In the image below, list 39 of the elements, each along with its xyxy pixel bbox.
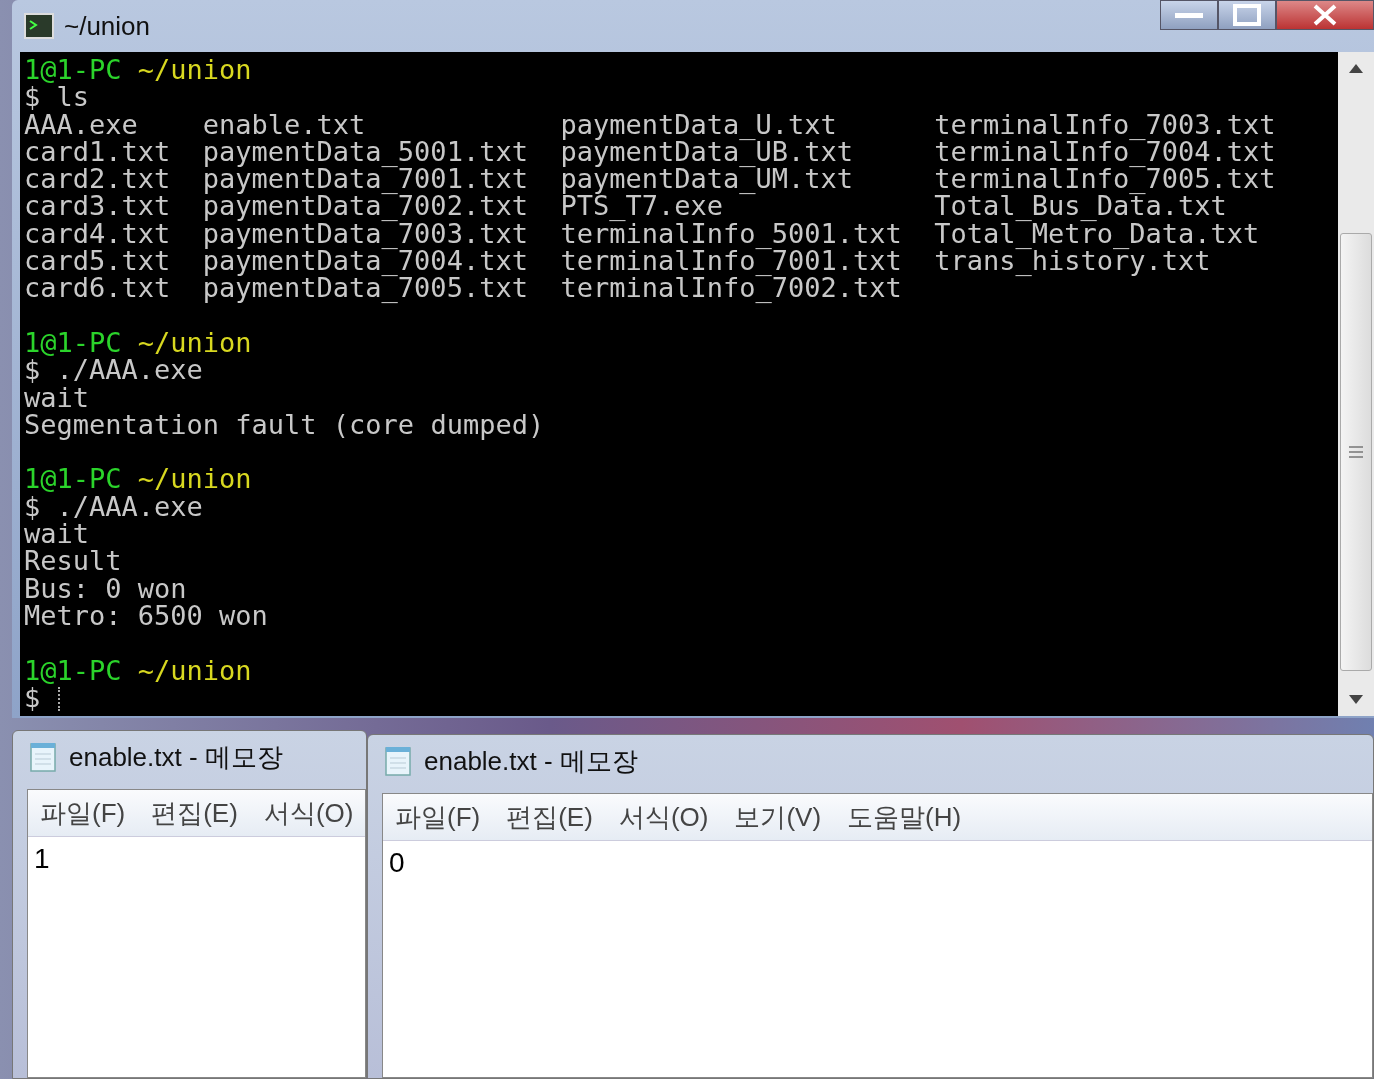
window-title: enable.txt - 메모장	[424, 744, 638, 778]
file-name: card6.txt	[24, 274, 172, 302]
file-name: Total_Bus_Data.txt	[934, 192, 1227, 220]
file-name: AAA.exe	[24, 110, 139, 138]
file-name: card5.txt	[24, 247, 172, 275]
menu-item[interactable]: 편집(E)	[151, 795, 238, 831]
file-name: enable.txt	[202, 110, 367, 138]
file-name: terminalInfo_7004.txt	[934, 137, 1276, 166]
window-title: ~/union	[64, 10, 151, 42]
prompt-user: 1@1-PC	[24, 326, 122, 358]
file-name: Total_Metro_Data.txt	[934, 219, 1261, 248]
text-area[interactable]: 0	[383, 841, 1372, 1077]
menu-item[interactable]: 서식(O)	[618, 799, 709, 835]
prompt-path: ~/union	[137, 463, 252, 495]
file-name: card2.txt	[24, 165, 172, 193]
file-name: terminalInfo_7003.txt	[934, 110, 1276, 138]
text-area[interactable]: 1	[28, 837, 365, 1077]
file-name: terminalInfo_7001.txt	[560, 247, 903, 275]
menu-item[interactable]: 파일(F)	[395, 799, 481, 835]
file-name: paymentData_U.txt	[560, 110, 838, 138]
file-name: terminalInfo_5001.txt	[560, 219, 903, 248]
file-name: terminalInfo_7002.txt	[560, 274, 903, 302]
menu-item[interactable]: 보기(V)	[734, 799, 822, 835]
menu-item[interactable]: 서식(O)	[263, 795, 354, 831]
menu-item[interactable]: 편집(E)	[506, 799, 593, 835]
file-name: card3.txt	[24, 192, 172, 220]
file-name: card1.txt	[24, 137, 172, 166]
prompt-path: ~/union	[137, 326, 252, 358]
file-name: terminalInfo_7005.txt	[934, 165, 1276, 193]
prompt-user: 1@1-PC	[24, 54, 122, 85]
prompt-user: 1@1-PC	[24, 463, 122, 495]
prompt-path: ~/union	[137, 654, 252, 686]
prompt-path: ~/union	[137, 54, 252, 85]
menu-item[interactable]: 도움말(H)	[847, 799, 962, 835]
menu-item[interactable]: 파일(F)	[40, 795, 126, 831]
window-title: enable.txt - 메모장	[69, 740, 283, 774]
file-name: paymentData_5001.txt	[202, 137, 529, 166]
file-name: card4.txt	[24, 219, 172, 248]
file-name: trans_history.txt	[934, 247, 1211, 275]
